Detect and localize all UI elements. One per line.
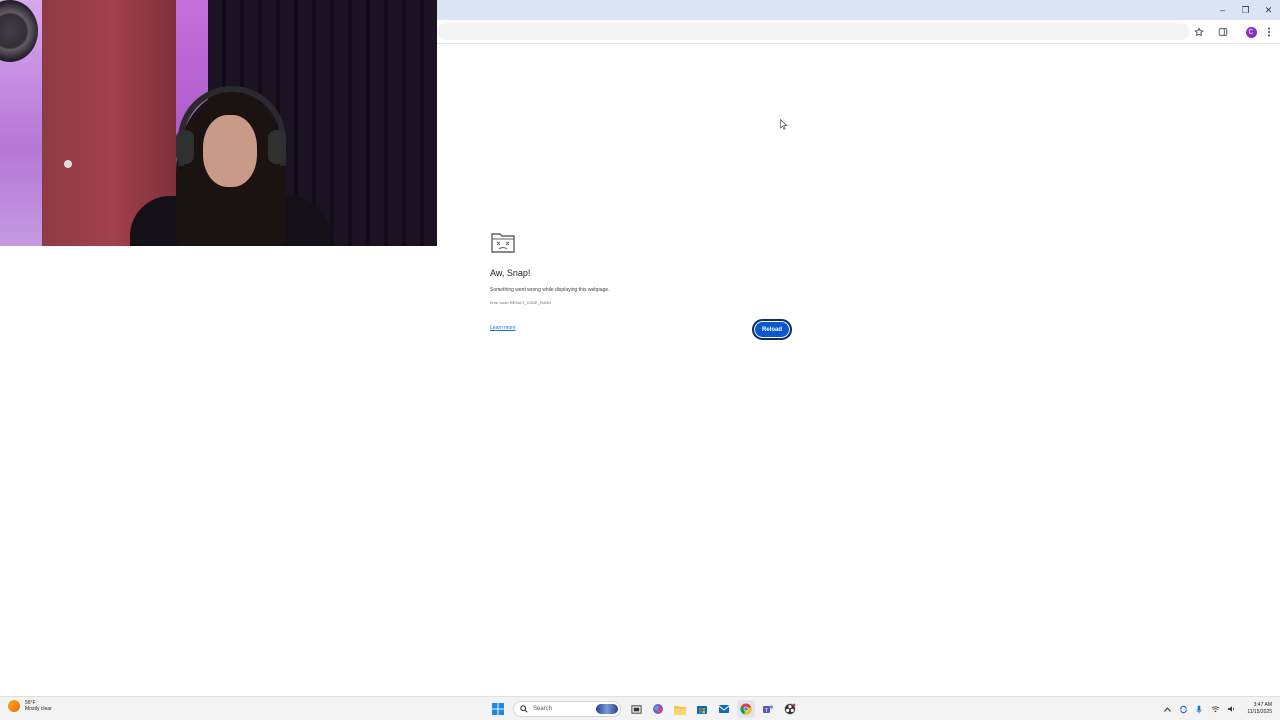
windows-taskbar: 56°F Mostly clear Search T 3:47 AM 11/15… (0, 696, 1280, 720)
profile-initial: C (1245, 26, 1257, 38)
mouse-cursor-icon (780, 119, 788, 130)
clock-time: 3:47 AM (1253, 702, 1272, 708)
microphone-icon[interactable] (1193, 702, 1205, 716)
microsoft-store-icon[interactable] (693, 700, 711, 718)
side-panel-icon[interactable] (1215, 24, 1231, 40)
outlook-icon[interactable] (715, 700, 733, 718)
system-tray: 3:47 AM 11/15/2025 (1159, 699, 1272, 719)
sync-icon[interactable] (1177, 702, 1189, 716)
task-view-icon[interactable] (627, 700, 645, 718)
weather-icon (8, 700, 20, 712)
copilot-icon[interactable] (649, 700, 667, 718)
error-code: Error code: RESULT_CODE_HUNG (490, 301, 551, 305)
webcam-headset-left-ear (176, 130, 194, 164)
search-icon (520, 705, 528, 713)
chevron-up-icon[interactable] (1161, 702, 1173, 716)
address-bar[interactable] (437, 23, 1189, 40)
learn-more-link[interactable]: Learn more (490, 325, 516, 331)
close-button[interactable]: ✕ (1257, 0, 1280, 20)
webcam-doorknob (64, 160, 72, 168)
reload-button[interactable]: Reload (752, 319, 792, 340)
windows-start-icon[interactable] (489, 700, 507, 718)
star-icon[interactable] (1191, 24, 1207, 40)
file-explorer-icon[interactable] (671, 700, 689, 718)
network-icon[interactable] (1209, 702, 1221, 716)
error-message: Something went wrong while displaying th… (490, 287, 610, 293)
sad-tab-error: Aw, Snap! Something went wrong while dis… (490, 231, 792, 341)
weather-condition: Mostly clear (25, 706, 52, 712)
weather-text: 56°F Mostly clear (25, 700, 52, 712)
teams-icon[interactable]: T (759, 700, 777, 718)
restore-button[interactable]: ❐ (1234, 0, 1257, 20)
window-controls: – ❐ ✕ (1211, 0, 1280, 20)
minimize-button[interactable]: – (1211, 0, 1234, 20)
volume-icon[interactable] (1225, 702, 1237, 716)
profile-avatar[interactable]: C (1243, 24, 1259, 40)
taskbar-search[interactable]: Search (513, 701, 621, 717)
search-highlight-art (596, 704, 618, 714)
chrome-icon[interactable] (737, 700, 755, 718)
webcam-overlay (0, 0, 437, 246)
error-actions: Learn more Reload (490, 319, 792, 341)
search-placeholder: Search (533, 706, 553, 712)
kebab-menu-icon[interactable] (1261, 24, 1277, 40)
error-heading: Aw, Snap! (490, 268, 531, 278)
taskbar-apps: Search T (487, 699, 801, 719)
clock-date: 11/15/2025 (1247, 709, 1272, 715)
screen: – ❐ ✕ C Aw, Snap! Something went wrong w… (0, 0, 1280, 720)
weather-widget[interactable]: 56°F Mostly clear (8, 700, 52, 712)
taskbar-clock[interactable]: 3:47 AM 11/15/2025 (1247, 702, 1272, 716)
sad-tab-icon (490, 231, 792, 258)
webcam-headset-right-ear (268, 130, 286, 164)
obs-studio-icon[interactable] (781, 700, 799, 718)
